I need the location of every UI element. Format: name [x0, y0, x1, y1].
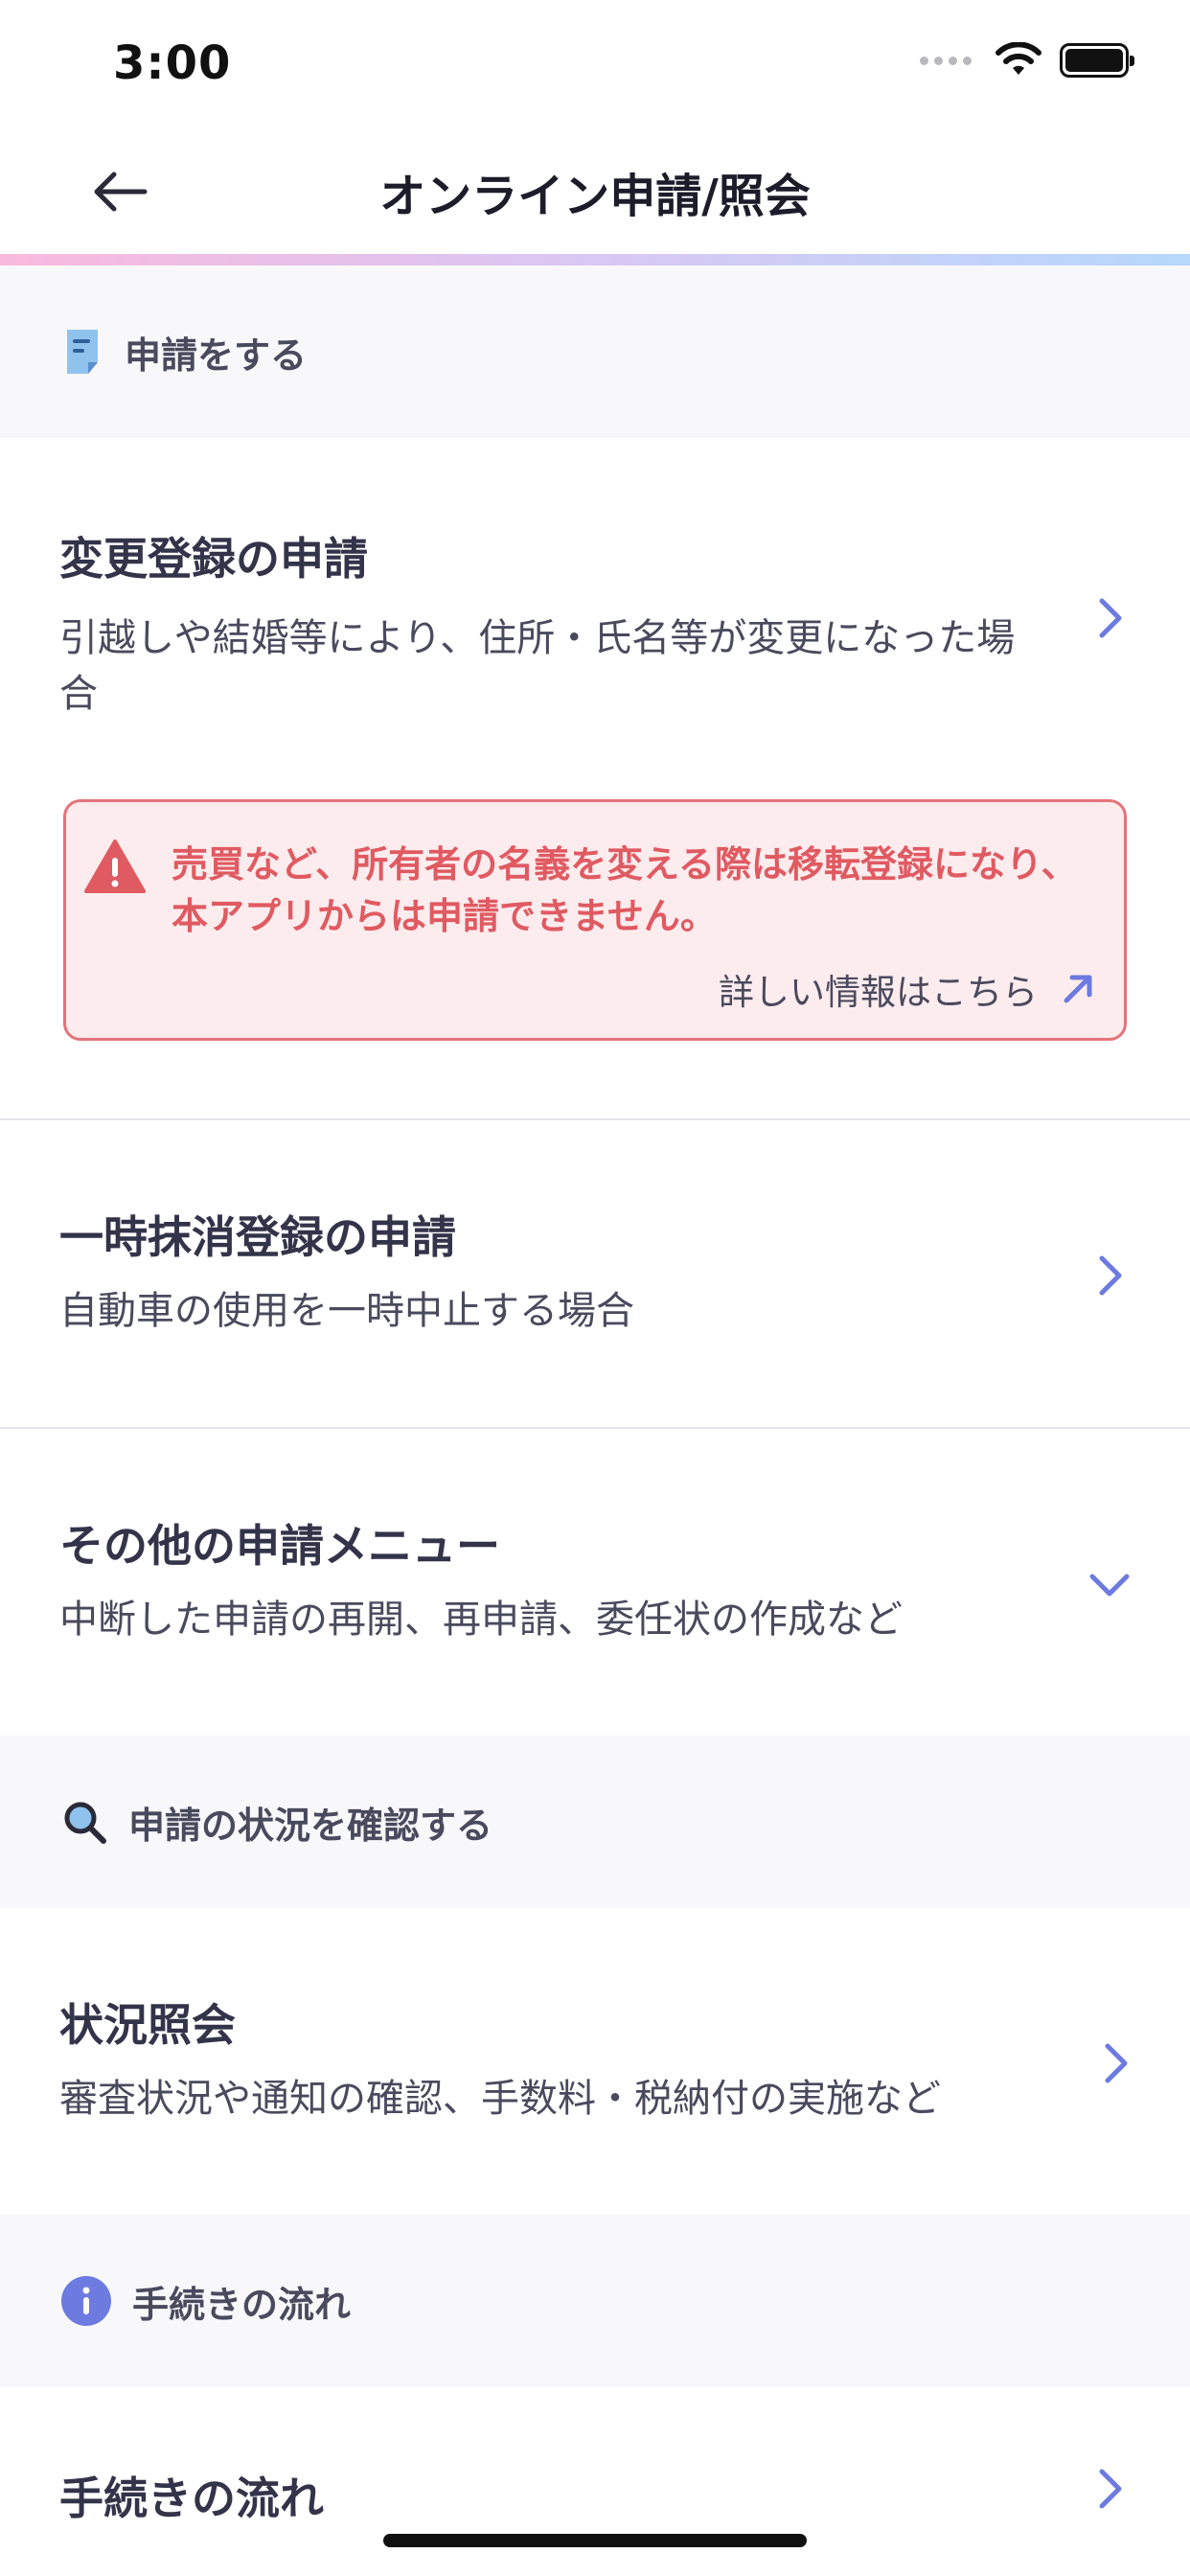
chevron-right-icon	[1099, 2469, 1122, 2509]
more-info-link[interactable]: 詳しい情報はこちら	[719, 963, 1095, 1015]
procedure-flow-row[interactable]: 手続きの流れ	[0, 2387, 1190, 2576]
info-icon	[61, 2276, 111, 2326]
chevron-right-icon	[1099, 598, 1122, 638]
status-icons	[920, 42, 1134, 79]
other-menu-description: 中断した申請の再開、再申請、委任状の作成など	[59, 1598, 903, 1642]
wifi-icon	[995, 42, 1041, 75]
status-inquiry-description: 審査状況や通知の確認、手数料・税納付の実施など	[59, 2077, 941, 2121]
battery-icon	[1060, 43, 1134, 78]
section-label-flow: 手続きの流れ	[132, 2283, 352, 2326]
section-header-flow: 手続きの流れ	[0, 2215, 1190, 2387]
temporary-deregistration-row[interactable]: 一時抹消登録の申請 自動車の使用を一時中止する場合	[0, 1120, 1190, 1427]
section-label-apply: 申請をする	[125, 334, 308, 377]
status-inquiry-title: 状況照会	[59, 1999, 236, 2051]
status-bar: 3:00	[0, 0, 1190, 129]
section-header-apply: 申請をする	[0, 265, 1190, 438]
status-time: 3:00	[113, 36, 232, 90]
status-inquiry-row[interactable]: 状況照会 審査状況や通知の確認、手数料・税納付の実施など	[0, 1908, 1190, 2215]
temporary-deregistration-title: 一時抹消登録の申請	[59, 1211, 456, 1263]
other-menu-title: その他の申請メニュー	[59, 1520, 500, 1572]
nav-bar: オンライン申請/照会	[0, 129, 1190, 254]
chevron-right-icon	[1105, 2043, 1128, 2083]
other-application-menu-row[interactable]: その他の申請メニュー 中断した申請の再開、再申請、委任状の作成など	[0, 1429, 1190, 1736]
search-icon	[64, 1802, 106, 1844]
signal-icon	[920, 56, 972, 65]
header-gradient-divider	[0, 254, 1190, 265]
external-link-arrow-icon	[1064, 975, 1092, 1003]
section-label-status: 申請の状況を確認する	[128, 1804, 493, 1847]
change-registration-description: 引越しや結婚等により、住所・氏名等が変更になった場合	[59, 616, 1016, 716]
temporary-deregistration-description: 自動車の使用を一時中止する場合	[59, 1289, 634, 1333]
page-title: オンライン申請/照会	[379, 170, 811, 223]
home-indicator	[383, 2534, 807, 2547]
transfer-registration-warning: 売買など、所有者の名義を変える際は移転登録になり、本アプリからは申請できません。…	[63, 799, 1127, 1041]
warning-message: 売買など、所有者の名義を変える際は移転登録になり、本アプリからは申請できません。	[172, 843, 1078, 937]
chevron-right-icon	[1099, 1255, 1122, 1296]
section-header-status: 申請の状況を確認する	[0, 1736, 1190, 1908]
procedure-flow-title: 手続きの流れ	[59, 2472, 324, 2524]
document-icon	[67, 330, 98, 374]
change-registration-title: 変更登録の申請	[59, 533, 368, 585]
chevron-down-icon	[1089, 1574, 1130, 1597]
more-info-link-label: 詳しい情報はこちら	[719, 972, 1038, 1013]
warning-icon	[84, 840, 146, 893]
